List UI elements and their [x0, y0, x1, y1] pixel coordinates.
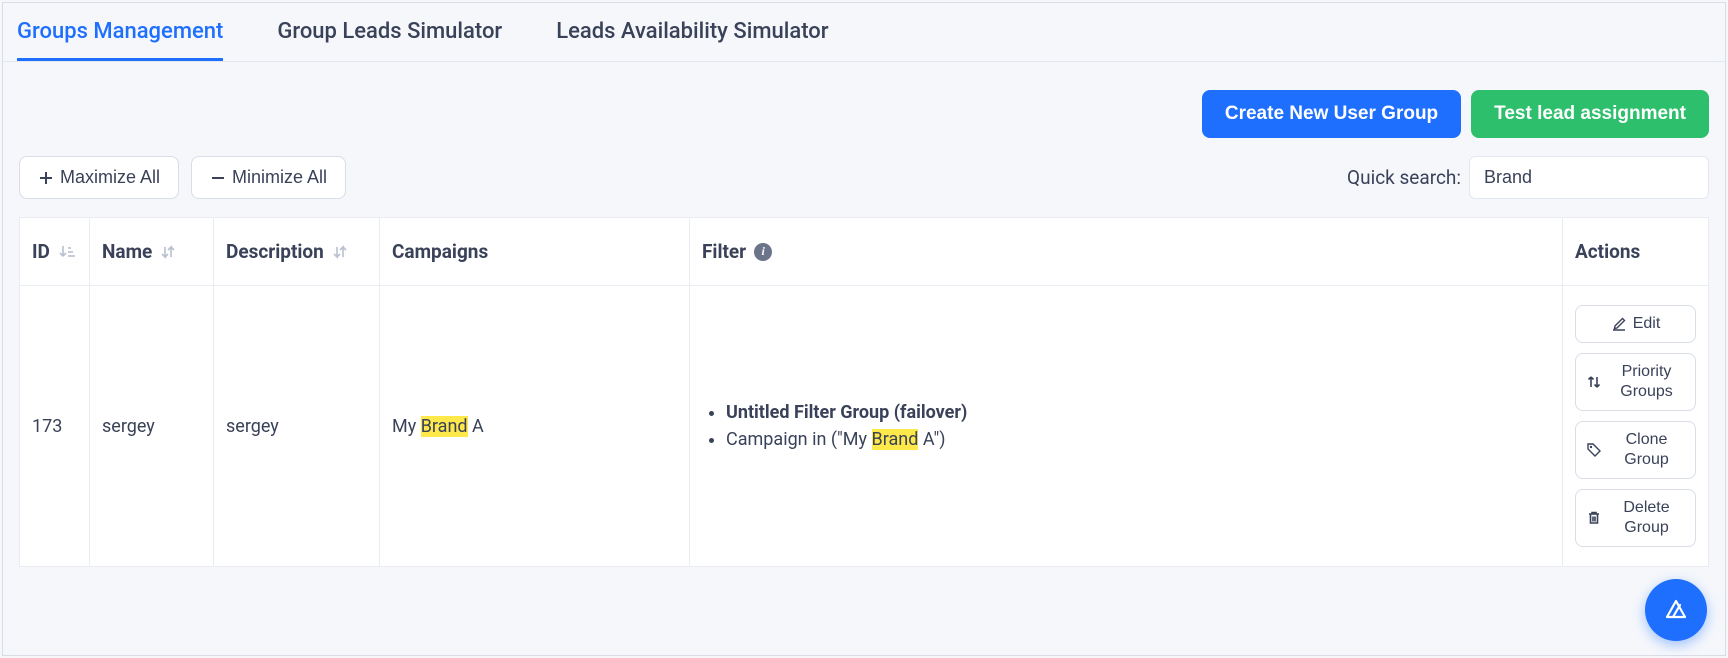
- col-header-actions: Actions: [1563, 218, 1708, 286]
- toolbar: Maximize All Minimize All Quick search:: [3, 138, 1725, 217]
- col-header-actions-label: Actions: [1575, 240, 1640, 263]
- col-header-campaigns: Campaigns: [380, 218, 690, 286]
- trash-icon: [1586, 510, 1602, 526]
- filter-text-prefix: Campaign in ("My: [726, 429, 872, 450]
- cell-description: sergey: [214, 286, 380, 566]
- col-header-id-label: ID: [32, 240, 50, 263]
- filter-text-suffix: A"): [918, 429, 945, 450]
- clone-label: Clone Group: [1608, 430, 1685, 470]
- edit-button[interactable]: Edit: [1575, 305, 1696, 343]
- top-action-bar: Create New User Group Test lead assignme…: [3, 62, 1725, 138]
- cell-actions: Edit Priority Groups Clone Group: [1563, 286, 1708, 566]
- edit-icon: [1611, 316, 1627, 332]
- quick-search-label: Quick search:: [1347, 166, 1461, 189]
- tab-leads-availability-simulator[interactable]: Leads Availability Simulator: [556, 13, 828, 61]
- filter-text-highlight: Brand: [872, 429, 919, 450]
- cell-campaigns: My Brand A: [380, 286, 690, 566]
- test-lead-assignment-button[interactable]: Test lead assignment: [1471, 90, 1709, 138]
- campaign-text-prefix: My: [392, 416, 421, 437]
- col-header-description[interactable]: Description: [214, 218, 380, 286]
- maximize-all-button[interactable]: Maximize All: [19, 156, 179, 199]
- cell-id: 173: [20, 286, 90, 566]
- delete-label: Delete Group: [1608, 498, 1685, 538]
- col-header-description-label: Description: [226, 240, 324, 263]
- tag-icon: [1586, 442, 1602, 458]
- delete-group-button[interactable]: Delete Group: [1575, 489, 1696, 547]
- groups-table: ID Name: [19, 217, 1709, 567]
- create-new-user-group-button[interactable]: Create New User Group: [1202, 90, 1461, 138]
- table-row: 173 sergey sergey My Brand A Untitled Fi…: [20, 286, 1708, 566]
- minimize-all-button[interactable]: Minimize All: [191, 156, 346, 199]
- info-icon[interactable]: i: [754, 243, 772, 261]
- filter-group-title: Untitled Filter Group (failover): [726, 402, 1550, 423]
- tabs-bar: Groups Management Group Leads Simulator …: [3, 3, 1725, 62]
- clone-group-button[interactable]: Clone Group: [1575, 421, 1696, 479]
- col-header-name-label: Name: [102, 240, 152, 263]
- campaign-text-highlight: Brand: [421, 416, 468, 437]
- priority-label: Priority Groups: [1608, 362, 1685, 402]
- triangle-icon: [1661, 595, 1691, 625]
- cell-filter: Untitled Filter Group (failover) Campaig…: [690, 286, 1563, 566]
- edit-label: Edit: [1633, 314, 1661, 334]
- tab-groups-management[interactable]: Groups Management: [17, 13, 223, 61]
- campaign-text-suffix: A: [468, 416, 484, 437]
- floating-action-button[interactable]: [1645, 579, 1707, 641]
- priority-groups-button[interactable]: Priority Groups: [1575, 353, 1696, 411]
- tab-group-leads-simulator[interactable]: Group Leads Simulator: [277, 13, 502, 61]
- plus-icon: [38, 170, 54, 186]
- cell-name: sergey: [90, 286, 214, 566]
- col-header-filter: Filter i: [690, 218, 1563, 286]
- col-header-name[interactable]: Name: [90, 218, 214, 286]
- col-header-filter-label: Filter: [702, 240, 746, 263]
- minus-icon: [210, 170, 226, 186]
- col-header-campaigns-label: Campaigns: [392, 240, 488, 263]
- sort-icon: [58, 243, 76, 261]
- minimize-all-label: Minimize All: [232, 167, 327, 188]
- filter-condition: Campaign in ("My Brand A"): [726, 429, 1550, 450]
- maximize-all-label: Maximize All: [60, 167, 160, 188]
- quick-search-input[interactable]: [1469, 156, 1709, 199]
- sort-arrows-icon: [332, 244, 348, 260]
- sort-arrows-icon: [160, 244, 176, 260]
- swap-icon: [1586, 374, 1602, 390]
- col-header-id[interactable]: ID: [20, 218, 90, 286]
